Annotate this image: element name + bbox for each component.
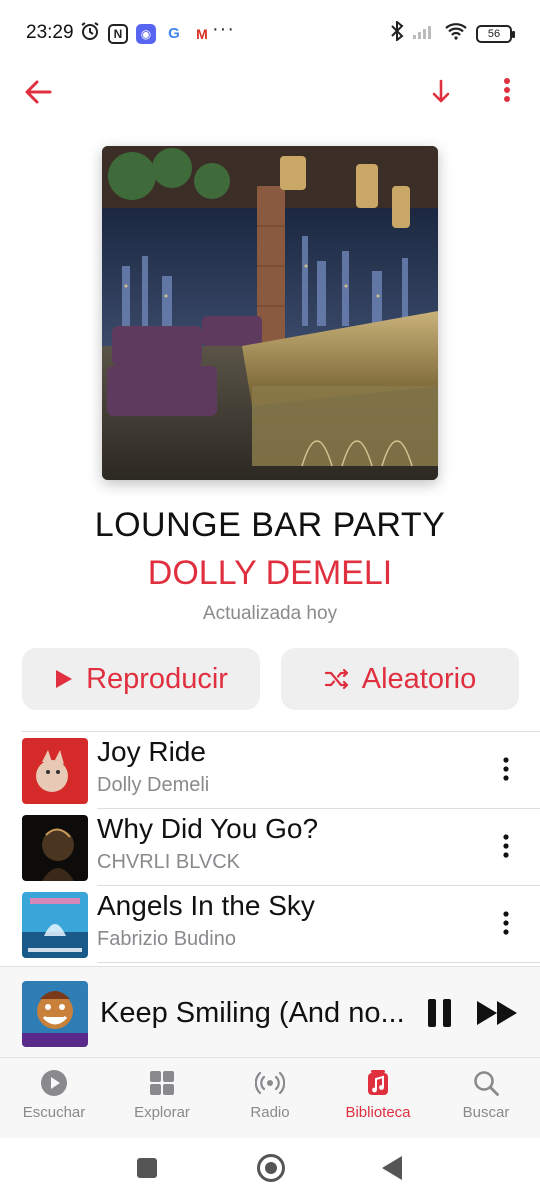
recent-apps-button[interactable]	[137, 1158, 157, 1178]
signal-icon	[412, 22, 436, 45]
google-icon: G	[168, 25, 180, 42]
tab-biblioteca[interactable]: Biblioteca	[324, 1068, 432, 1121]
track-more-icon[interactable]	[496, 754, 516, 784]
track-more-icon[interactable]	[496, 831, 516, 861]
wifi-icon	[444, 22, 468, 45]
nfc-icon: N	[108, 23, 128, 44]
tab-label: Biblioteca	[345, 1104, 411, 1121]
track-row[interactable]: Angels In the Sky Fabrizio Budino	[0, 886, 540, 962]
updated-label: Actualizada hoy	[202, 603, 338, 624]
tab-escuchar[interactable]: Escuchar	[0, 1068, 108, 1121]
more-notifications-icon: ···	[212, 18, 235, 40]
now-playing-title: Keep Smiling (And no...	[100, 997, 405, 1029]
bluetooth-icon	[390, 19, 404, 46]
back-arrow-icon	[25, 80, 52, 104]
status-bar: 23:29 N ◉ G M ··· 56	[0, 0, 540, 64]
tab-label: Explorar	[134, 1104, 190, 1121]
play-label: Reproducir	[86, 662, 228, 695]
search-icon	[474, 1071, 499, 1096]
home-button[interactable]	[257, 1154, 285, 1182]
radio-icon	[255, 1071, 285, 1095]
track-artist: Fabrizio Budino	[97, 928, 236, 950]
shuffle-label: Aleatorio	[361, 662, 477, 695]
back-button[interactable]	[20, 72, 60, 112]
tab-radio[interactable]: Radio	[216, 1068, 324, 1121]
track-more-icon[interactable]	[496, 908, 516, 938]
grid-icon	[150, 1071, 174, 1095]
play-button[interactable]: Reproducir	[22, 648, 260, 710]
tab-label: Buscar	[462, 1104, 510, 1121]
track-artist: Dolly Demeli	[97, 774, 210, 796]
now-playing-artwork	[22, 981, 88, 1047]
more-options-button[interactable]	[492, 72, 522, 112]
play-icon	[56, 670, 73, 688]
track-artwork	[22, 892, 88, 958]
discord-icon: ◉	[136, 23, 156, 44]
track-artwork	[22, 738, 88, 804]
tab-explorar[interactable]: Explorar	[108, 1068, 216, 1121]
play-circle-icon	[41, 1070, 67, 1096]
track-title: Angels In the Sky	[97, 890, 315, 921]
shuffle-icon	[324, 668, 348, 690]
vertical-dots-icon	[504, 78, 510, 102]
download-button[interactable]	[424, 72, 460, 112]
status-time: 23:29	[26, 22, 74, 43]
playlist-title: LOUNGE BAR PARTY	[94, 506, 446, 544]
mini-player[interactable]: Keep Smiling (And no...	[0, 966, 540, 1058]
skip-forward-button[interactable]	[475, 999, 519, 1027]
notification-icons: N ◉ G M	[80, 21, 212, 46]
track-artwork	[22, 815, 88, 881]
list-divider	[97, 962, 540, 963]
track-row[interactable]: Joy Ride Dolly Demeli	[0, 732, 540, 808]
system-navigation-bar	[0, 1138, 540, 1200]
gmail-icon: M	[196, 25, 208, 42]
shuffle-button[interactable]: Aleatorio	[281, 648, 519, 710]
system-icons: 56	[390, 19, 515, 46]
pause-button[interactable]	[425, 997, 455, 1029]
alarm-icon	[80, 21, 100, 46]
track-row[interactable]: Why Did You Go? CHVRLI BLVCK	[0, 809, 540, 885]
track-title: Joy Ride	[97, 736, 206, 767]
library-music-icon	[368, 1070, 388, 1095]
download-arrow-icon	[432, 79, 450, 103]
tab-label: Radio	[250, 1104, 290, 1121]
tab-label: Escuchar	[22, 1104, 86, 1121]
system-back-button[interactable]	[382, 1156, 402, 1180]
battery-indicator: 56	[476, 24, 515, 43]
track-artist: CHVRLI BLVCK	[97, 851, 241, 873]
tab-buscar[interactable]: Buscar	[432, 1068, 540, 1121]
playlist-artist[interactable]: DOLLY DEMELI	[0, 554, 540, 593]
tab-bar: Escuchar Explorar Radio Biblioteca Busca…	[0, 1058, 540, 1138]
track-title: Why Did You Go?	[97, 813, 319, 844]
playlist-artwork	[102, 146, 438, 480]
